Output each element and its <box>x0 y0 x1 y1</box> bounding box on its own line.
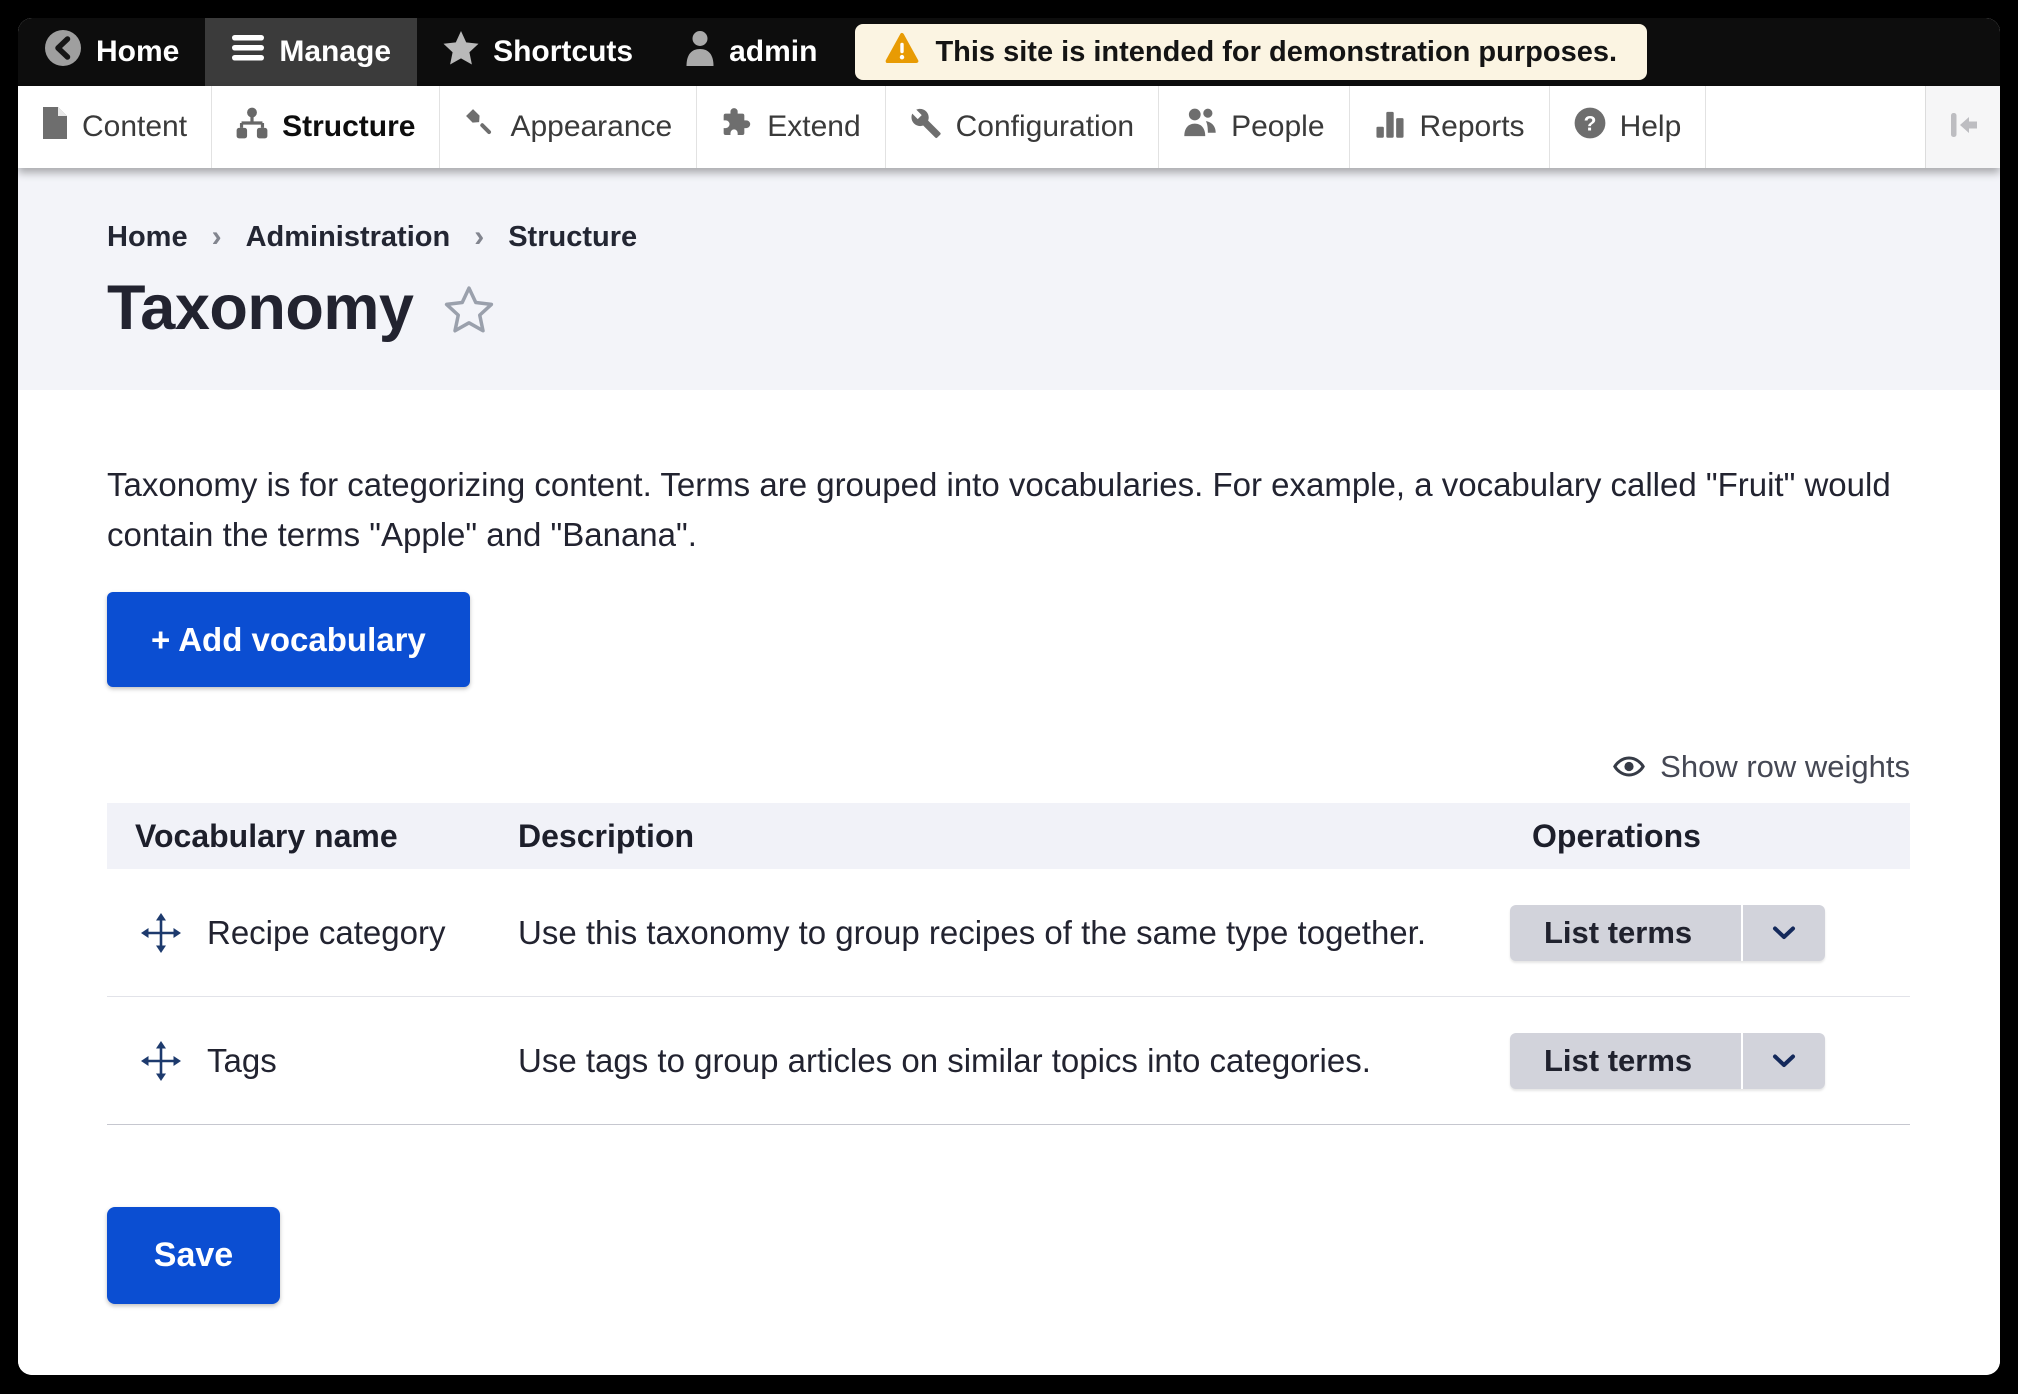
menu-item-structure[interactable]: Structure <box>212 86 440 168</box>
toolbar-item-home[interactable]: Home <box>18 18 205 86</box>
demo-warning-banner: This site is intended for demonstration … <box>855 24 1647 80</box>
collapse-left-icon <box>1944 110 1982 145</box>
list-terms-dropdown-button[interactable]: List terms <box>1510 1033 1825 1089</box>
menu-item-people[interactable]: People <box>1159 86 1349 168</box>
admin-menu-bar: Content Structure <box>18 86 2000 168</box>
sitemap-icon <box>236 107 268 147</box>
main-content: Taxonomy is for categorizing content. Te… <box>18 390 2000 1375</box>
toolbar-item-manage[interactable]: Manage <box>205 18 417 86</box>
hamburger-icon <box>231 34 265 70</box>
bar-chart-icon <box>1374 107 1406 147</box>
menu-item-label: Structure <box>282 110 415 144</box>
admin-toolbar: Home Manage Shortcuts <box>18 18 2000 86</box>
table-row: Tags Use tags to group articles on simil… <box>107 997 1910 1125</box>
browser-viewport: Home Manage Shortcuts <box>18 18 2000 1375</box>
menu-item-label: Content <box>82 110 187 144</box>
menu-item-appearance[interactable]: Appearance <box>440 86 697 168</box>
menu-item-reports[interactable]: Reports <box>1350 86 1550 168</box>
save-button[interactable]: Save <box>107 1207 280 1304</box>
vocabulary-name: Tags <box>207 1042 277 1080</box>
toolbar-item-label: Home <box>96 35 179 69</box>
menu-item-label: Reports <box>1420 110 1525 144</box>
eye-icon <box>1613 749 1645 785</box>
breadcrumb-administration[interactable]: Administration <box>246 221 451 254</box>
list-terms-dropdown-button[interactable]: List terms <box>1510 905 1825 961</box>
demo-warning-text: This site is intended for demonstration … <box>935 36 1617 69</box>
breadcrumb-separator-icon: › <box>212 220 222 254</box>
svg-text:?: ? <box>1583 112 1596 135</box>
chevron-down-icon[interactable] <box>1743 926 1825 940</box>
table-row: Recipe category Use this taxonomy to gro… <box>107 869 1910 997</box>
question-icon: ? <box>1574 107 1606 147</box>
list-terms-label: List terms <box>1510 915 1741 951</box>
bookmark-star-icon[interactable] <box>441 282 497 343</box>
menu-item-label: People <box>1231 110 1324 144</box>
menu-item-help[interactable]: ? Help <box>1550 86 1707 168</box>
menu-item-configuration[interactable]: Configuration <box>886 86 1159 168</box>
toolbar-item-label: Manage <box>279 35 391 69</box>
screen: Home Manage Shortcuts <box>0 0 2018 1394</box>
paintbrush-icon <box>464 107 496 147</box>
chevron-down-icon[interactable] <box>1743 1054 1825 1068</box>
toolbar-item-label: admin <box>729 35 817 69</box>
vocabulary-description: Use this taxonomy to group recipes of th… <box>518 914 1510 952</box>
breadcrumb-separator-icon: › <box>474 220 484 254</box>
breadcrumb: Home › Administration › Structure <box>107 220 1910 254</box>
menu-item-label: Help <box>1620 110 1682 144</box>
menu-item-label: Appearance <box>510 110 672 144</box>
toolbar-item-admin[interactable]: admin <box>659 18 843 86</box>
menu-item-label: Configuration <box>956 110 1134 144</box>
table-header-row: Vocabulary name Description Operations <box>107 803 1910 869</box>
puzzle-icon <box>721 107 753 147</box>
menu-item-extend[interactable]: Extend <box>697 86 885 168</box>
page-title: Taxonomy <box>107 272 413 344</box>
add-vocabulary-button[interactable]: + Add vocabulary <box>107 592 470 687</box>
vocabulary-description: Use tags to group articles on similar to… <box>518 1042 1510 1080</box>
title-row: Taxonomy <box>107 272 1910 344</box>
drag-handle-icon[interactable] <box>141 1041 181 1081</box>
back-arrow-icon <box>44 29 82 75</box>
collapse-toolbar-button[interactable] <box>1925 86 2000 168</box>
column-header-operations: Operations <box>1510 818 1910 855</box>
file-icon <box>42 107 68 147</box>
page-header: Home › Administration › Structure Taxono… <box>18 168 2000 390</box>
menu-item-label: Extend <box>767 110 860 144</box>
taxonomy-intro-text: Taxonomy is for categorizing content. Te… <box>107 460 1907 560</box>
column-header-vocabulary-name: Vocabulary name <box>107 818 518 855</box>
toolbar-item-label: Shortcuts <box>493 35 633 69</box>
vocabulary-name: Recipe category <box>207 914 445 952</box>
vocabulary-table: Vocabulary name Description Operations <box>107 803 1910 1125</box>
user-icon <box>685 30 715 74</box>
toolbar-item-shortcuts[interactable]: Shortcuts <box>417 18 659 86</box>
wrench-icon <box>910 107 942 147</box>
warning-triangle-icon <box>885 32 919 72</box>
breadcrumb-home[interactable]: Home <box>107 221 188 254</box>
list-terms-label: List terms <box>1510 1043 1741 1079</box>
show-row-weights-label: Show row weights <box>1660 749 1910 785</box>
menu-item-content[interactable]: Content <box>18 86 212 168</box>
column-header-description: Description <box>518 818 1510 855</box>
drag-handle-icon[interactable] <box>141 913 181 953</box>
people-icon <box>1183 107 1217 147</box>
breadcrumb-structure[interactable]: Structure <box>508 221 637 254</box>
show-row-weights-link[interactable]: Show row weights <box>107 749 1910 785</box>
menu-bar-spacer <box>1706 86 1925 168</box>
star-icon <box>443 31 479 73</box>
